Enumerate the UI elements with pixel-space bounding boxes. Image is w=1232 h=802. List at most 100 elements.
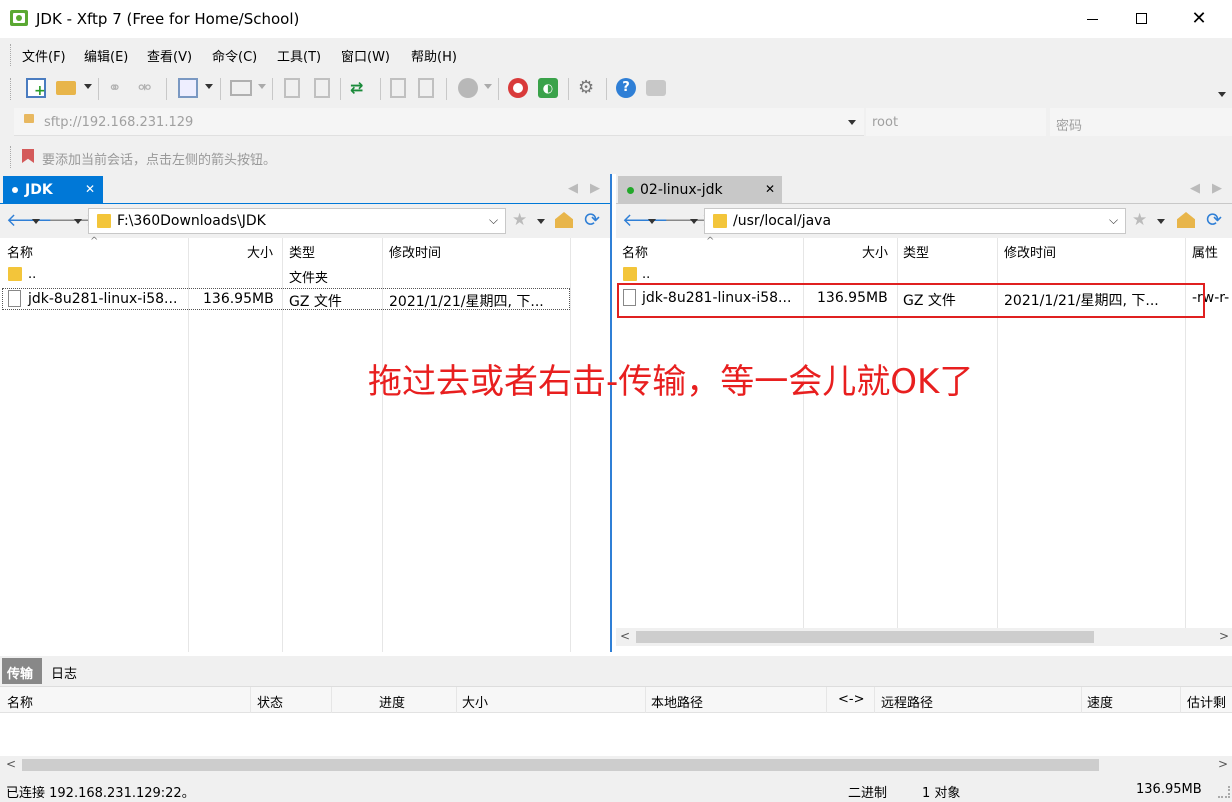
gear-icon[interactable]: ⚙: [578, 78, 598, 98]
scroll-thumb[interactable]: [636, 631, 1094, 643]
help-icon[interactable]: ?: [616, 78, 636, 98]
star-icon[interactable]: ★: [1132, 210, 1147, 230]
star-dropdown-icon[interactable]: [537, 219, 545, 224]
col-direction[interactable]: <->: [838, 692, 864, 707]
properties-icon[interactable]: [178, 78, 198, 98]
row-name: ..: [28, 267, 37, 282]
path-dropdown-icon[interactable]: ⌵: [489, 213, 498, 228]
tab-scroll-left-icon[interactable]: ◀: [1190, 181, 1200, 196]
tab-transfer[interactable]: 传输: [2, 658, 42, 684]
col-remote-path[interactable]: 远程路径: [881, 692, 933, 711]
table-row[interactable]: jdk-8u281-linux-i58... 136.95MB GZ 文件 20…: [2, 288, 570, 310]
back-dropdown-icon[interactable]: [648, 219, 656, 224]
tab-scroll-right-icon[interactable]: ▶: [1212, 181, 1222, 196]
tab-local-jdk[interactable]: JDK ✕: [3, 176, 103, 204]
open-dropdown-icon[interactable]: [84, 84, 92, 89]
close-button[interactable]: ✕: [1176, 0, 1222, 38]
forward-dropdown-icon[interactable]: [690, 219, 698, 224]
connect-icon[interactable]: ⚭: [108, 78, 128, 98]
transfer-mode[interactable]: 二进制: [848, 782, 887, 801]
col-name[interactable]: 名称: [7, 692, 33, 711]
col-attributes[interactable]: 属性: [1192, 242, 1218, 261]
back-dropdown-icon[interactable]: [32, 219, 40, 224]
local-column-header: 名称 ^ 大小 类型 修改时间: [0, 236, 610, 262]
scroll-left-icon[interactable]: <: [6, 757, 16, 771]
open-folder-icon[interactable]: [56, 81, 76, 95]
refresh-icon[interactable]: ⟳: [1206, 209, 1222, 231]
col-status[interactable]: 状态: [257, 692, 283, 711]
record-icon[interactable]: [458, 78, 478, 98]
xftp-icon[interactable]: ◐: [538, 78, 558, 98]
transfer-icon[interactable]: ⇄: [350, 78, 370, 98]
record-dropdown-icon[interactable]: [484, 84, 492, 89]
xshell-icon[interactable]: [508, 78, 528, 98]
menu-edit[interactable]: 编辑(E): [84, 46, 128, 65]
resize-grip[interactable]: [1218, 786, 1230, 798]
col-speed[interactable]: 速度: [1087, 692, 1113, 711]
row-name: jdk-8u281-linux-i58...: [28, 291, 178, 307]
col-size[interactable]: 大小: [247, 242, 273, 261]
menu-window[interactable]: 窗口(W): [341, 46, 390, 65]
row-type: GZ 文件: [289, 294, 342, 310]
maximize-button[interactable]: [1118, 0, 1164, 38]
transfer-scrollbar[interactable]: < >: [0, 756, 1232, 774]
tab-close-icon[interactable]: ✕: [85, 182, 95, 196]
table-row[interactable]: .. 文件夹: [0, 264, 570, 286]
minimize-button[interactable]: [1070, 0, 1116, 38]
home-icon[interactable]: [555, 212, 573, 228]
path-dropdown-icon[interactable]: ⌵: [1109, 213, 1118, 228]
username-input[interactable]: root: [866, 108, 1046, 136]
copy-icon[interactable]: [284, 78, 300, 98]
tab-scroll-right-icon[interactable]: ▶: [590, 181, 600, 196]
scroll-left-icon[interactable]: <: [620, 629, 630, 643]
col-modified[interactable]: 修改时间: [1004, 242, 1056, 261]
tab-scroll-left-icon[interactable]: ◀: [568, 181, 578, 196]
paste-icon[interactable]: [314, 78, 330, 98]
password-input[interactable]: 密码: [1050, 108, 1232, 136]
scroll-thumb[interactable]: [22, 759, 1099, 771]
star-icon[interactable]: ★: [512, 210, 527, 230]
host-input[interactable]: sftp://192.168.231.129: [44, 115, 193, 130]
scroll-right-icon[interactable]: >: [1218, 757, 1228, 771]
menu-command[interactable]: 命令(C): [212, 46, 257, 65]
remote-nav-row: 🡐 🡒 /usr/local/java ⌵ ★ ⟳: [616, 204, 1232, 238]
horizontal-scrollbar[interactable]: < >: [616, 628, 1232, 646]
col-type[interactable]: 类型: [289, 242, 315, 261]
menu-help[interactable]: 帮助(H): [411, 46, 457, 65]
new-session-icon[interactable]: +: [26, 78, 46, 98]
col-local-path[interactable]: 本地路径: [651, 692, 703, 711]
home-icon[interactable]: [1177, 212, 1195, 228]
menu-tools[interactable]: 工具(T): [277, 46, 321, 65]
scroll-right-icon[interactable]: >: [1219, 629, 1229, 643]
sync-left-icon[interactable]: [390, 78, 406, 98]
col-modified[interactable]: 修改时间: [389, 242, 441, 261]
menu-file[interactable]: 文件(F): [22, 46, 66, 65]
col-name[interactable]: 名称: [7, 242, 33, 261]
remote-path-field[interactable]: /usr/local/java ⌵: [704, 208, 1126, 234]
sort-caret-icon: ^: [90, 236, 99, 247]
col-eta[interactable]: 估计剩: [1187, 692, 1226, 711]
col-type[interactable]: 类型: [903, 242, 929, 261]
forward-dropdown-icon[interactable]: [74, 219, 82, 224]
host-dropdown-icon[interactable]: [848, 120, 856, 125]
refresh-icon[interactable]: ⟳: [584, 209, 600, 231]
properties-dropdown-icon[interactable]: [205, 84, 213, 89]
disconnect-icon[interactable]: ⚮: [138, 78, 158, 98]
star-dropdown-icon[interactable]: [1157, 219, 1165, 224]
tab-transfer-label: 传输: [7, 667, 34, 682]
tab-close-icon[interactable]: ✕: [765, 182, 775, 196]
col-name[interactable]: 名称: [622, 242, 648, 261]
col-progress[interactable]: 进度: [379, 692, 405, 711]
tab-log[interactable]: 日志: [51, 663, 77, 682]
sync-right-icon[interactable]: [418, 78, 434, 98]
col-size[interactable]: 大小: [862, 242, 888, 261]
remote-path-text: /usr/local/java: [733, 213, 832, 229]
menu-view[interactable]: 查看(V): [147, 46, 192, 65]
local-path-field[interactable]: F:\360Downloads\JDK ⌵: [88, 208, 506, 234]
chat-icon[interactable]: [646, 80, 666, 96]
terminal-dropdown-icon[interactable]: [258, 84, 266, 89]
terminal-icon[interactable]: [230, 80, 252, 96]
col-size[interactable]: 大小: [462, 692, 488, 711]
tab-remote[interactable]: 02-linux-jdk ✕: [618, 176, 782, 204]
toolbar-overflow-icon[interactable]: [1218, 92, 1226, 97]
